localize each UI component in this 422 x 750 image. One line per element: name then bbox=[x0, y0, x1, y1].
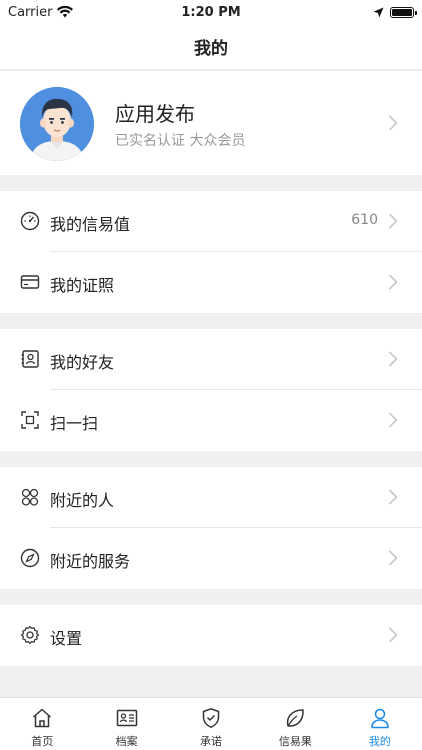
tab-bar: 首页 档案 承诺 信易果 我的 bbox=[0, 697, 422, 750]
tab-archive[interactable]: 档案 bbox=[84, 698, 168, 750]
menu-item-credit-value[interactable]: 我的信易值 610 bbox=[0, 191, 422, 252]
menu-item-label: 附近的服务 bbox=[50, 552, 131, 571]
tab-label: 我的 bbox=[368, 735, 391, 748]
credit-value: 610 bbox=[351, 212, 378, 228]
battery-icon bbox=[390, 6, 417, 18]
status-bar: Carrier 1:20 PM bbox=[0, 0, 422, 24]
chevron-right-icon bbox=[388, 412, 398, 428]
menu-item-label: 我的信易值 bbox=[50, 215, 131, 234]
avatar[interactable] bbox=[20, 87, 94, 161]
menu-group-settings: 设置 bbox=[0, 605, 422, 666]
status-time: 1:20 PM bbox=[181, 4, 241, 20]
scan-icon bbox=[21, 411, 39, 429]
menu-item-label: 我的好友 bbox=[50, 353, 115, 372]
chevron-right-icon bbox=[388, 550, 398, 566]
leaf-icon bbox=[287, 709, 305, 727]
menu-item-label: 我的证照 bbox=[50, 276, 115, 295]
tab-label: 档案 bbox=[115, 735, 138, 748]
gear-icon bbox=[20, 625, 40, 645]
home-icon bbox=[33, 708, 52, 728]
contacts-icon bbox=[21, 350, 39, 368]
id-card-icon bbox=[116, 709, 137, 727]
profile-name: 应用发布 bbox=[115, 102, 195, 126]
tab-mine[interactable]: 我的 bbox=[338, 698, 422, 750]
menu-item-label: 扫一扫 bbox=[50, 414, 99, 433]
shield-check-icon bbox=[202, 708, 220, 728]
person-icon bbox=[371, 708, 389, 729]
tab-promise[interactable]: 承诺 bbox=[169, 698, 253, 750]
menu-item-settings[interactable]: 设置 bbox=[0, 605, 422, 666]
menu-item-nearby-people[interactable]: 附近的人 bbox=[0, 467, 422, 528]
tab-xinyiguo[interactable]: 信易果 bbox=[253, 698, 337, 750]
menu-group-social: 我的好友 扫一扫 bbox=[0, 329, 422, 451]
chevron-right-icon bbox=[388, 213, 398, 229]
tab-label: 信易果 bbox=[278, 735, 312, 748]
chevron-right-icon bbox=[388, 489, 398, 505]
menu-group-nearby: 附近的人 附近的服务 bbox=[0, 467, 422, 589]
card-icon bbox=[20, 275, 40, 289]
chevron-right-icon bbox=[388, 627, 398, 643]
menu-item-scan[interactable]: 扫一扫 bbox=[0, 390, 422, 451]
menu-group-credit: 我的信易值 610 我的证照 bbox=[0, 191, 422, 313]
people-icon bbox=[21, 488, 39, 506]
menu-item-licenses[interactable]: 我的证照 bbox=[0, 252, 422, 313]
page-title: 我的 bbox=[194, 39, 228, 59]
avatar-illustration bbox=[20, 87, 94, 161]
tab-label: 首页 bbox=[31, 735, 54, 748]
menu-item-nearby-services[interactable]: 附近的服务 bbox=[0, 528, 422, 589]
chevron-right-icon bbox=[388, 115, 398, 131]
profile-subtitle: 已实名认证 大众会员 bbox=[115, 133, 246, 149]
menu-item-friends[interactable]: 我的好友 bbox=[0, 329, 422, 390]
nav-bar: 我的 bbox=[0, 24, 422, 70]
menu-item-label: 设置 bbox=[50, 629, 83, 648]
compass-icon bbox=[20, 548, 40, 568]
tab-label: 承诺 bbox=[200, 735, 223, 748]
profile-card[interactable]: 应用发布 已实名认证 大众会员 bbox=[0, 71, 422, 175]
tab-home[interactable]: 首页 bbox=[0, 698, 84, 750]
menu-item-label: 附近的人 bbox=[50, 491, 115, 510]
speedometer-icon bbox=[20, 211, 40, 231]
chevron-right-icon bbox=[388, 274, 398, 290]
battery-fill bbox=[392, 8, 412, 16]
chevron-right-icon bbox=[388, 351, 398, 367]
